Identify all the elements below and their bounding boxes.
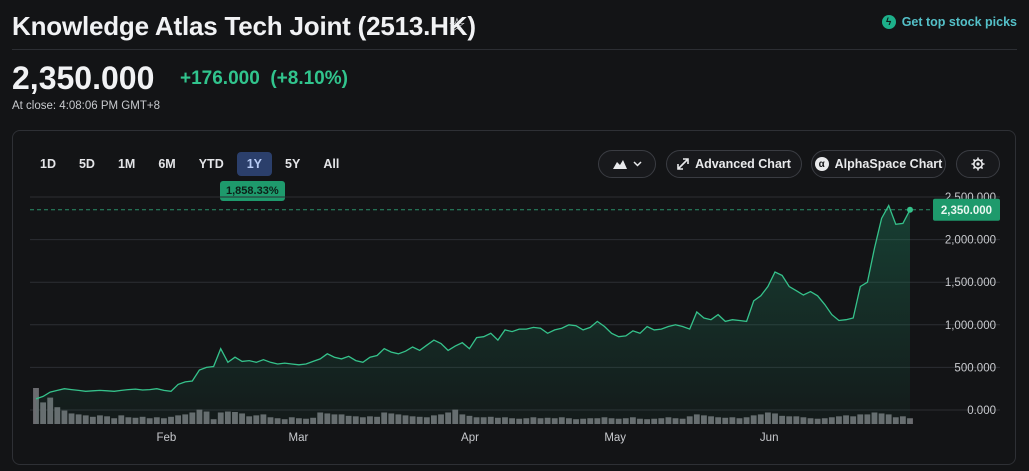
x-tick-label: Mar	[288, 432, 308, 444]
y-tick-label: 1,000.000	[945, 320, 996, 332]
x-tick-label: Feb	[156, 432, 176, 444]
y-axis-labels: 2,500.0002,000.0001,500.0001,000.000500.…	[945, 192, 996, 417]
y-tick-label: 2,000.000	[945, 235, 996, 247]
x-axis-labels: Feb Mar Apr May Jun	[156, 432, 778, 444]
last-value-dot	[907, 206, 913, 213]
last-value-marker: 2,350.000	[30, 198, 1000, 221]
y-tick-label: 1,500.000	[945, 277, 996, 289]
price-chart[interactable]: 2,500.0002,000.0001,500.0001,000.000500.…	[0, 0, 1029, 471]
x-tick-label: Apr	[461, 432, 479, 444]
y-tick-label: 500.000	[954, 362, 996, 374]
x-tick-label: Jun	[760, 432, 779, 444]
last-value-label: 2,350.000	[941, 205, 992, 217]
price-area	[35, 203, 911, 424]
y-tick-label: 0.000	[967, 405, 996, 417]
x-tick-label: May	[604, 432, 626, 444]
